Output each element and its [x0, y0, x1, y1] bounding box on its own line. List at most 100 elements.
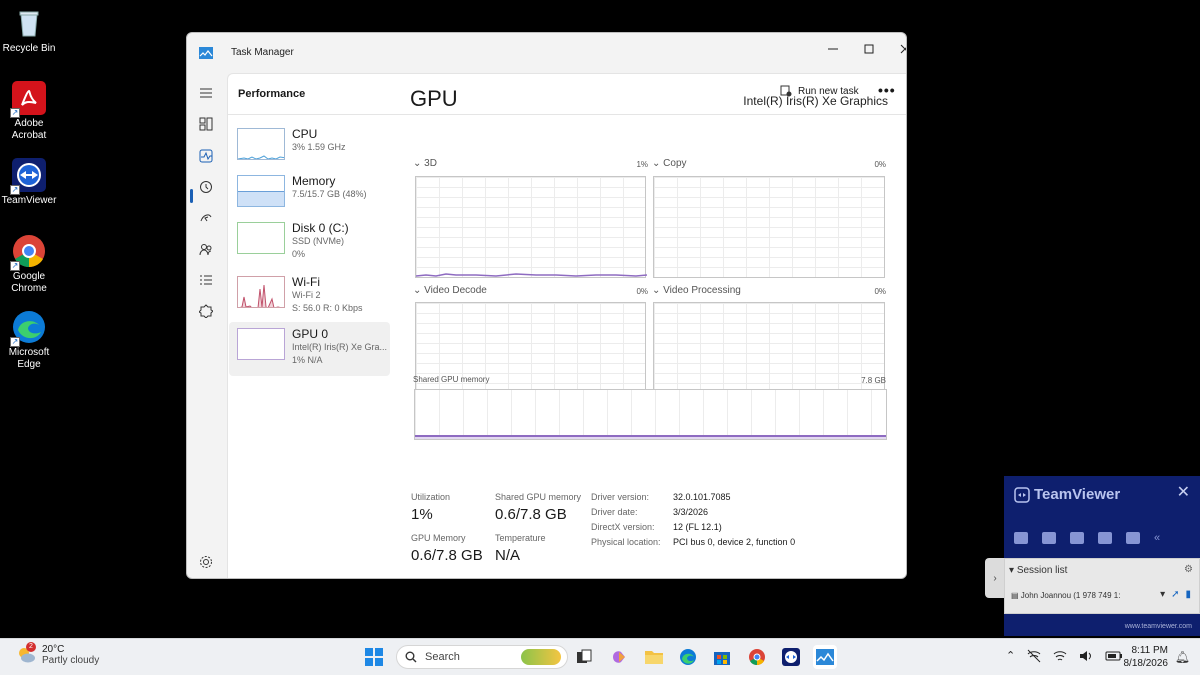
desktop-icon-label: TeamViewer [1, 195, 57, 206]
start-button[interactable] [362, 645, 386, 669]
teamviewer-logo-icon [1014, 486, 1030, 503]
stat-value: 0.6/7.8 GB [411, 547, 483, 564]
session-trash-icon[interactable]: ▮ [1185, 589, 1191, 600]
resource-disk[interactable]: Disk 0 (C:) SSD (NVMe) 0% [229, 216, 390, 270]
nav-details-button[interactable] [193, 268, 219, 292]
network-disconnected-icon[interactable] [1027, 649, 1041, 663]
wifi-icon[interactable] [1053, 649, 1067, 663]
nav-services-button[interactable] [193, 299, 219, 323]
clock-time: 8:11 PM [1131, 645, 1169, 656]
cpu-thumbnail-graph [237, 128, 285, 160]
task-manager-icon [199, 46, 213, 59]
memory-thumbnail-graph [237, 175, 285, 207]
recycle-bin-icon [12, 6, 46, 40]
show-hidden-icons-chevron-icon[interactable]: ⌃ [1006, 649, 1015, 663]
teamviewer-toolbar: « [1014, 532, 1160, 544]
session-list-header[interactable]: ▾ Session list [1009, 565, 1067, 576]
wifi-thumbnail-graph [237, 276, 285, 308]
resource-name: Memory [292, 174, 336, 188]
weather-widget[interactable]: 2 20°C Partly cloudy [16, 642, 99, 666]
chrome-taskbar-button[interactable] [745, 645, 769, 669]
info-row: Driver version: 32.0.101.7085 [591, 492, 795, 507]
edge-icon: ↗ [10, 310, 46, 347]
engine-copy-selector[interactable]: ⌄ Copy [652, 158, 687, 169]
volume-icon[interactable] [1079, 649, 1093, 663]
desktop-icon-microsoft-edge[interactable]: ↗ Microsoft Edge [0, 310, 58, 371]
engine-video-processing-selector[interactable]: ⌄ Video Processing [652, 285, 741, 296]
minimize-button[interactable] [815, 37, 851, 61]
engine-label: Video Decode [424, 285, 487, 296]
chat-icon[interactable] [1070, 532, 1084, 544]
stat-value: N/A [495, 547, 521, 564]
desktop-icon-teamviewer[interactable]: ↗ TeamViewer [0, 158, 58, 207]
engine-3d-graph [415, 176, 647, 278]
resource-cpu[interactable]: CPU 3% 1.59 GHz [229, 122, 390, 176]
battery-icon[interactable] [1105, 649, 1123, 663]
desktop-icon-adobe-acrobat[interactable]: ↗ Adobe Acrobat [0, 81, 58, 142]
engine-3d-selector[interactable]: ⌄ 3D [413, 158, 437, 169]
copilot-button[interactable] [607, 645, 631, 669]
maximize-button[interactable] [851, 37, 887, 61]
windows-logo-icon [365, 648, 383, 666]
session-user[interactable]: ▤ John Joannou (1 978 749 1: [1011, 591, 1141, 600]
close-button[interactable] [887, 37, 906, 61]
task-view-button[interactable] [572, 645, 596, 669]
taskbar-clock[interactable]: 8:11 PM 8/18/2026 [1124, 644, 1169, 670]
taskbar-search[interactable]: Search [396, 645, 568, 669]
resource-wifi[interactable]: Wi-Fi Wi-Fi 2 S: 56.0 R: 0 Kbps [229, 270, 390, 324]
info-value: PCI bus 0, device 2, function 0 [673, 537, 796, 547]
info-row: DirectX version: 12 (FL 12.1) [591, 522, 795, 537]
headset-icon[interactable] [1042, 532, 1056, 544]
weather-badge: 2 [26, 642, 36, 652]
edge-taskbar-button[interactable] [676, 645, 700, 669]
engine-video-decode-selector[interactable]: ⌄ Video Decode [413, 285, 487, 296]
resource-detail: 7.5/15.7 GB (48%) [292, 189, 367, 199]
resource-detail: Wi-Fi 2 [292, 290, 321, 300]
files-icon[interactable] [1098, 532, 1112, 544]
clock-date: 8/18/2026 [1123, 658, 1169, 669]
teamviewer-brand-label: TeamViewer [1034, 486, 1121, 503]
store-button[interactable] [710, 645, 734, 669]
shortcut-arrow-icon: ↗ [10, 185, 20, 195]
resource-detail-2: 0% [292, 249, 306, 259]
resource-name: CPU [292, 127, 318, 141]
page-title: Performance [238, 88, 306, 100]
settings-button[interactable] [193, 550, 219, 574]
notification-bell-icon[interactable]: 🔔︎ [1175, 650, 1190, 664]
collapse-double-chevron-icon[interactable]: « [1154, 532, 1160, 544]
engine-label: Video Processing [663, 285, 741, 296]
search-highlight-icon [521, 649, 561, 665]
pen-icon[interactable] [1126, 532, 1140, 544]
info-value: 12 (FL 12.1) [673, 522, 722, 532]
gpu-device-name: Intel(R) Iris(R) Xe Graphics [743, 94, 888, 108]
nav-startup-apps-button[interactable] [193, 206, 219, 230]
title-bar[interactable]: Task Manager [187, 33, 906, 73]
teamviewer-collapse-tab[interactable]: › [985, 558, 1005, 598]
session-pointer-icon[interactable]: ➚ [1171, 589, 1179, 600]
engine-copy-graph [653, 176, 885, 278]
nav-performance-button[interactable] [193, 144, 219, 168]
nav-processes-button[interactable] [193, 112, 219, 136]
desktop-icon-recycle-bin[interactable]: Recycle Bin [0, 6, 58, 55]
file-explorer-button[interactable] [642, 645, 666, 669]
nav-app-history-button[interactable] [193, 175, 219, 199]
resource-detail-2: S: 56.0 R: 0 Kbps [292, 303, 363, 313]
video-icon[interactable] [1014, 532, 1028, 544]
resource-name: Disk 0 (C:) [292, 221, 349, 235]
engine-copy-percent: 0% [874, 160, 886, 169]
resource-memory[interactable]: Memory 7.5/15.7 GB (48%) [229, 169, 390, 223]
info-value: 32.0.101.7085 [673, 492, 731, 502]
session-user-name: John Joannou (1 978 749 1: [1020, 591, 1121, 600]
nav-users-button[interactable] [193, 237, 219, 261]
hamburger-menu-button[interactable] [193, 81, 219, 105]
teamviewer-panel: TeamViewer ✕ « ▾ Session list ⚙ ▤ John J… [1004, 476, 1200, 636]
teamviewer-taskbar-button[interactable] [779, 645, 803, 669]
task-manager-taskbar-button[interactable] [813, 645, 837, 669]
resource-gpu[interactable]: GPU 0 Intel(R) Iris(R) Xe Gra... 1% N/A [229, 322, 390, 376]
taskbar: 2 20°C Partly cloudy Search ⌃ 8:11 PM 8/… [0, 638, 1200, 675]
teamviewer-close-button[interactable]: ✕ [1177, 482, 1190, 502]
info-row: Driver date: 3/3/2026 [591, 507, 795, 522]
session-gear-icon[interactable]: ⚙ [1184, 564, 1193, 575]
session-dropdown-icon[interactable]: ▾ [1160, 589, 1165, 600]
desktop-icon-google-chrome[interactable]: ↗ Google Chrome [0, 234, 58, 295]
